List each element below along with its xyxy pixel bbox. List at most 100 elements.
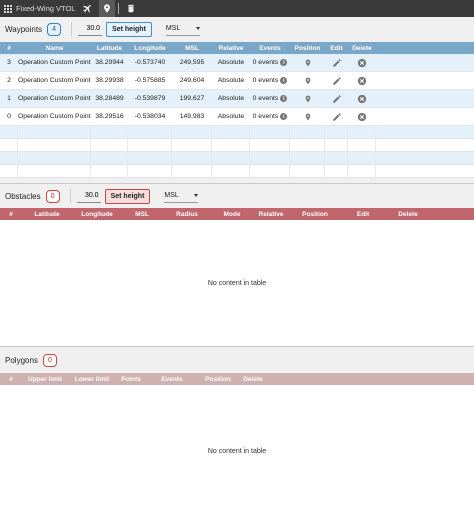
info-icon[interactable]: i — [280, 113, 288, 120]
empty-cell — [212, 152, 250, 164]
delete-circle-icon[interactable] — [357, 112, 367, 122]
top-toolbar: Fixed-Wing VTOL — [0, 0, 474, 17]
obstacles-col-header[interactable]: Relative — [252, 211, 290, 218]
chevron-down-icon — [194, 194, 199, 197]
polygons-col-header[interactable]: Points — [116, 376, 146, 383]
empty-cell — [18, 126, 91, 138]
empty-cell — [128, 126, 172, 138]
obstacles-col-header[interactable]: Position — [290, 211, 340, 218]
waypoints-col-header[interactable]: Latitude — [91, 45, 128, 52]
empty-cell — [212, 139, 250, 151]
obstacles-col-header[interactable]: Mode — [212, 211, 252, 218]
waypoints-col-header[interactable]: Position — [290, 45, 325, 52]
empty-cell — [348, 165, 376, 177]
empty-cell — [250, 126, 290, 138]
waypoint-lon-cell: -0.575885 — [134, 77, 166, 84]
waypoint-events-cell[interactable]: 0 events i — [250, 59, 290, 66]
waypoints-col-header[interactable]: Edit — [325, 45, 348, 52]
position-cell — [290, 94, 325, 104]
obstacles-col-header[interactable]: Latitude — [22, 211, 72, 218]
obstacles-col-header[interactable]: Longitude — [72, 211, 122, 218]
empty-cell — [18, 152, 91, 164]
waypoint-events-cell[interactable]: 0 events i — [250, 95, 290, 102]
info-icon[interactable]: i — [280, 77, 288, 84]
waypoint-events-cell[interactable]: 0 events i — [250, 77, 290, 84]
mission-title: Fixed-Wing VTOL — [16, 4, 76, 13]
waypoint-num-cell: 3 — [7, 59, 11, 66]
empty-cell — [348, 152, 376, 164]
empty-cell — [172, 165, 212, 177]
waypoint-relative-cell: Absolute — [217, 95, 245, 102]
obstacles-col-header[interactable]: MSL — [122, 211, 162, 218]
location-pin-icon[interactable] — [304, 94, 312, 104]
info-icon[interactable]: i — [280, 95, 288, 102]
location-pin-icon[interactable] — [304, 76, 312, 86]
waypoint-events-cell[interactable]: 0 events i — [250, 113, 290, 120]
toolbar-separator — [118, 3, 120, 14]
delete-circle-icon[interactable] — [357, 94, 367, 104]
obstacles-altitude-value: MSL — [164, 192, 179, 199]
table-row: 2 Operation Custom Point 02 38.29938 -0.575… — [0, 72, 474, 90]
waypoints-col-header[interactable]: Events — [250, 45, 290, 52]
obstacles-col-header[interactable]: Edit — [340, 211, 386, 218]
polygons-col-header[interactable]: Lower limit — [68, 376, 116, 383]
obstacles-altitude-select[interactable]: MSL — [164, 190, 199, 203]
events-text: 0 events — [252, 113, 279, 120]
empty-row — [0, 126, 474, 139]
polygons-table-header: # Upper limit Lower limit Points Events Posit… — [0, 373, 474, 385]
empty-cell — [250, 165, 290, 177]
polygons-label: Polygons — [5, 355, 38, 365]
polygons-table: # Upper limit Lower limit Points Events Posit… — [0, 373, 474, 385]
delete-circle-icon[interactable] — [357, 58, 367, 68]
waypoints-set-height-button[interactable]: Set height — [106, 21, 152, 37]
waypoints-altitude-select[interactable]: MSL — [165, 23, 200, 36]
empty-row — [0, 165, 474, 178]
empty-cell — [348, 139, 376, 151]
events-text: 0 events — [252, 77, 279, 84]
obstacles-col-header[interactable]: Radius — [162, 211, 212, 218]
waypoints-col-header[interactable]: Delete — [348, 45, 376, 52]
empty-cell — [290, 139, 325, 151]
obstacles-set-height-button[interactable]: Set height — [104, 188, 151, 204]
pencil-icon[interactable] — [332, 94, 342, 104]
obstacles-height-input[interactable] — [76, 189, 101, 203]
waypoints-col-header[interactable]: Name — [18, 45, 91, 52]
edit-cell — [325, 112, 348, 122]
empty-cell — [212, 165, 250, 177]
obstacles-label: Obstacles — [5, 191, 41, 201]
polygons-col-header[interactable]: Events — [146, 376, 198, 383]
empty-cell — [91, 165, 128, 177]
obstacles-col-header[interactable]: # — [0, 211, 22, 218]
empty-cell — [172, 139, 212, 151]
waypoint-icon[interactable] — [99, 0, 116, 17]
polygons-col-header[interactable]: # — [0, 376, 22, 383]
waypoints-col-header[interactable]: # — [0, 45, 18, 52]
empty-cell — [290, 165, 325, 177]
waypoint-num-cell: 0 — [7, 113, 11, 120]
polygons-col-header[interactable]: Delete — [238, 376, 268, 383]
obstacles-col-header[interactable]: Delete — [386, 211, 430, 218]
waypoints-col-header[interactable]: Relative — [212, 45, 250, 52]
waypoints-height-input[interactable] — [78, 22, 103, 36]
location-pin-icon[interactable] — [304, 112, 312, 122]
plane-icon[interactable] — [79, 0, 95, 17]
empty-cell — [91, 139, 128, 151]
pencil-icon[interactable] — [332, 76, 342, 86]
location-pin-icon[interactable] — [304, 58, 312, 68]
empty-row — [0, 152, 474, 165]
grid-icon[interactable] — [3, 4, 13, 14]
header-separator — [71, 22, 73, 36]
delete-circle-icon[interactable] — [357, 76, 367, 86]
waypoints-col-header[interactable]: Longitude — [128, 45, 172, 52]
waypoints-col-header[interactable]: MSL — [172, 45, 212, 52]
pencil-icon[interactable] — [332, 58, 342, 68]
polygons-col-header[interactable]: Upper limit — [22, 376, 68, 383]
pencil-icon[interactable] — [332, 112, 342, 122]
trash-icon[interactable] — [123, 0, 139, 17]
waypoints-table-header: # Name Latitude Longitude MSL Relative Events P… — [0, 42, 474, 54]
info-icon[interactable]: i — [280, 59, 288, 66]
position-cell — [290, 76, 325, 86]
obstacles-table-header: # Latitude Longitude MSL Radius Mode Relative P… — [0, 208, 474, 220]
position-cell — [290, 112, 325, 122]
polygons-col-header[interactable]: Position — [198, 376, 238, 383]
